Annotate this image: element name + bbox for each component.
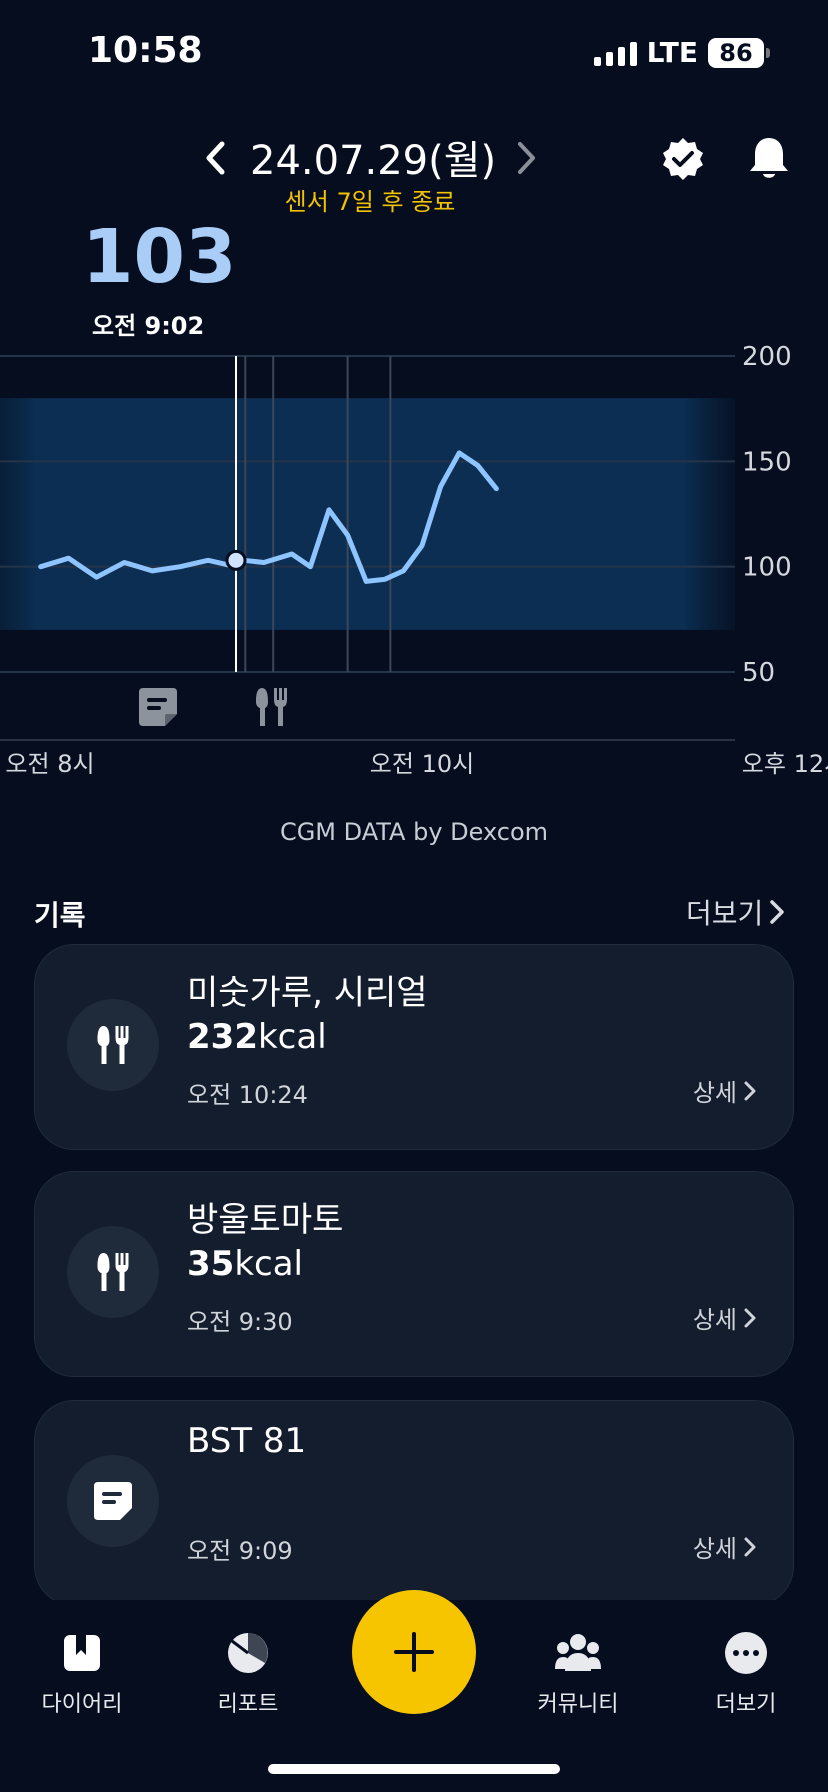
y-tick-label: 50	[742, 658, 775, 688]
community-icon	[555, 1630, 601, 1676]
battery-level: 86	[708, 37, 764, 68]
chevron-right-icon[interactable]	[512, 138, 542, 178]
x-axis-labels: 오전 8시오전 10시오후 12시오후 2시	[5, 750, 828, 778]
nav-label: 리포트	[217, 1692, 279, 1717]
record-time: 오전 10:24	[187, 1081, 308, 1109]
sensor-status: 센서 7일 후 종료	[284, 188, 456, 216]
record-title: 방울토마토	[187, 1200, 344, 1240]
add-record-button[interactable]	[352, 1590, 476, 1714]
glucose-value: 103	[82, 214, 237, 300]
nav-item-more[interactable]: 더보기	[676, 1630, 816, 1718]
chart-source: CGM DATA by Dexcom	[279, 818, 549, 846]
nav-item-community[interactable]: 커뮤니티	[508, 1630, 648, 1718]
record-card[interactable]: 미숫가루, 시리얼 232kcal 오전 10:24 상세	[34, 944, 794, 1150]
chevron-right-icon	[744, 1081, 756, 1100]
network-type: LTE	[646, 36, 698, 69]
target-range-band	[0, 398, 735, 630]
record-title: BST 81	[187, 1421, 307, 1461]
records-more-button[interactable]: 더보기	[686, 892, 785, 932]
record-time: 오전 9:09	[187, 1537, 293, 1565]
y-tick-label: 150	[742, 447, 792, 477]
battery-icon: 86	[708, 37, 770, 68]
status-indicators: LTE 86	[593, 36, 770, 69]
nav-item-report[interactable]: 리포트	[178, 1630, 318, 1718]
record-detail-button[interactable]: 상세	[693, 1529, 757, 1564]
y-tick-label: 100	[742, 553, 792, 583]
note-icon	[67, 1455, 159, 1547]
more-dots-icon	[723, 1630, 769, 1676]
record-detail-button[interactable]: 상세	[693, 1300, 757, 1335]
glucose-chart[interactable]: 20015010050 오전 8시오전 10시오후 12시오후 2시	[0, 340, 828, 780]
fork-knife-icon	[67, 999, 159, 1091]
chevron-right-icon	[770, 900, 785, 924]
event-markers[interactable]	[139, 688, 287, 726]
status-time: 10:58	[88, 30, 203, 71]
record-time: 오전 9:30	[187, 1308, 293, 1336]
chevron-right-icon	[744, 1537, 756, 1556]
note-icon[interactable]	[139, 688, 177, 726]
nav-label: 다이어리	[41, 1692, 123, 1717]
records-title: 기록	[34, 899, 86, 932]
fork-knife-icon[interactable]	[256, 688, 287, 726]
bell-icon[interactable]	[746, 134, 792, 184]
record-card[interactable]: BST 81 오전 9:09 상세	[34, 1400, 794, 1606]
records-more-label: 더보기	[686, 897, 764, 930]
chevron-left-icon[interactable]	[200, 138, 230, 178]
x-tick-label: 오전 8시	[5, 750, 94, 778]
date-label[interactable]: 24.07.29(월)	[250, 128, 496, 186]
plus-icon	[394, 1632, 434, 1672]
diary-icon	[59, 1630, 105, 1676]
x-tick-label: 오전 10시	[370, 750, 474, 778]
record-title: 미숫가루, 시리얼	[187, 973, 428, 1013]
selected-point[interactable]	[225, 549, 247, 571]
x-tick-label: 오후 12시	[742, 750, 828, 778]
signal-icon	[593, 40, 637, 66]
record-card[interactable]: 방울토마토 35kcal 오전 9:30 상세	[34, 1171, 794, 1377]
nav-item-diary[interactable]: 다이어리	[12, 1630, 152, 1718]
fork-knife-icon	[67, 1226, 159, 1318]
y-axis-labels: 200 150 100 50	[742, 342, 792, 688]
nav-label: 더보기	[715, 1692, 777, 1717]
home-indicator	[268, 1764, 560, 1774]
chevron-right-icon	[744, 1308, 756, 1327]
report-icon	[225, 1630, 271, 1676]
nav-label: 커뮤니티	[537, 1692, 619, 1717]
record-detail-button[interactable]: 상세	[693, 1073, 757, 1108]
verified-badge-icon[interactable]	[660, 136, 706, 182]
record-kcal: 35kcal	[187, 1244, 303, 1284]
record-kcal: 232kcal	[187, 1017, 327, 1057]
glucose-time: 오전 9:02	[92, 312, 205, 340]
y-tick-label: 200	[742, 342, 792, 372]
